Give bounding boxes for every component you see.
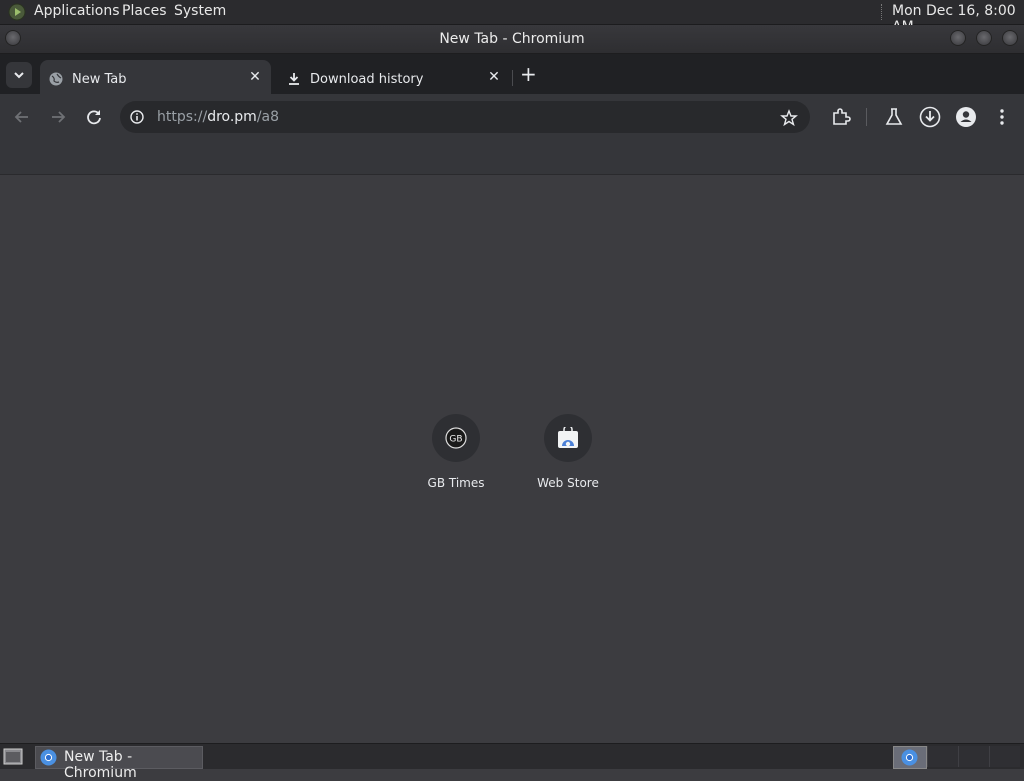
window-title: New Tab - Chromium	[439, 31, 585, 47]
url-text: https://dro.pm/a8	[157, 109, 280, 125]
profile-avatar-icon[interactable]	[955, 106, 977, 128]
applications-menu[interactable]: Applications	[34, 3, 120, 19]
minimize-button[interactable]	[950, 30, 966, 46]
tab-label: Download history	[310, 72, 424, 87]
panel-separator	[881, 4, 884, 20]
new-tab-button[interactable]: +	[520, 62, 537, 86]
gb-times-favicon-icon: GB	[445, 427, 467, 449]
distro-logo-icon[interactable]	[8, 3, 26, 21]
labs-flask-icon[interactable]	[883, 106, 905, 128]
chevron-down-icon	[14, 72, 24, 79]
web-store-icon	[558, 427, 578, 448]
new-tab-page: GB GB Times Web Store	[0, 175, 1024, 743]
shortcut-icon-container: GB	[432, 414, 480, 462]
shortcut-web-store[interactable]: Web Store	[518, 414, 618, 490]
tab-download-history[interactable]: Download history ✕	[272, 60, 510, 94]
download-icon	[289, 73, 299, 85]
shortcut-icon-container	[544, 414, 592, 462]
chromium-icon	[40, 749, 57, 766]
address-bar[interactable]: https://dro.pm/a8	[120, 101, 810, 133]
shortcut-label: GB Times	[427, 476, 485, 490]
tab-new-tab[interactable]: New Tab ✕	[40, 60, 271, 94]
shortcut-label: Web Store	[537, 476, 599, 490]
bookmark-star-icon[interactable]	[780, 109, 798, 127]
task-item-chromium[interactable]: New Tab - Chromium	[35, 746, 203, 781]
close-window-button[interactable]	[1002, 30, 1018, 46]
shortcut-gb-times[interactable]: GB GB Times	[406, 414, 506, 490]
forward-button[interactable]	[47, 106, 69, 128]
tab-strip: New Tab ✕ Download history ✕ +	[0, 54, 1024, 94]
show-desktop-icon[interactable]	[3, 748, 23, 765]
kebab-menu-icon[interactable]	[991, 106, 1013, 128]
browser-toolbar: https://dro.pm/a8	[0, 94, 1024, 140]
reload-button[interactable]	[83, 106, 105, 128]
workspace-3[interactable]	[958, 746, 989, 767]
system-menu[interactable]: System	[174, 3, 226, 19]
extensions-icon[interactable]	[830, 106, 852, 128]
globe-icon	[49, 72, 63, 86]
tab-search-button[interactable]	[6, 62, 32, 88]
back-button[interactable]	[11, 106, 33, 128]
task-item-label: New Tab - Chromium	[64, 749, 137, 781]
bookmarks-bar	[0, 140, 1024, 175]
window-titlebar[interactable]: New Tab - Chromium	[0, 25, 1024, 54]
toolbar-divider	[866, 108, 867, 126]
tab-label: New Tab	[72, 72, 127, 87]
downloads-icon[interactable]	[919, 106, 941, 128]
svg-text:GB: GB	[449, 435, 462, 445]
workspace-4[interactable]	[989, 746, 1020, 767]
bottom-taskbar: New Tab - Chromium	[0, 743, 1024, 781]
workspace-2[interactable]	[927, 746, 958, 767]
close-tab-icon[interactable]: ✕	[486, 69, 502, 85]
site-info-icon[interactable]	[130, 110, 144, 124]
chromium-icon	[901, 749, 918, 766]
close-tab-icon[interactable]: ✕	[247, 69, 263, 85]
places-menu[interactable]: Places	[122, 3, 167, 19]
maximize-button[interactable]	[976, 30, 992, 46]
tab-divider	[512, 70, 513, 86]
workspace-1[interactable]	[893, 746, 927, 769]
top-panel: Applications Places System Mon Dec 16, 8…	[0, 0, 1024, 35]
